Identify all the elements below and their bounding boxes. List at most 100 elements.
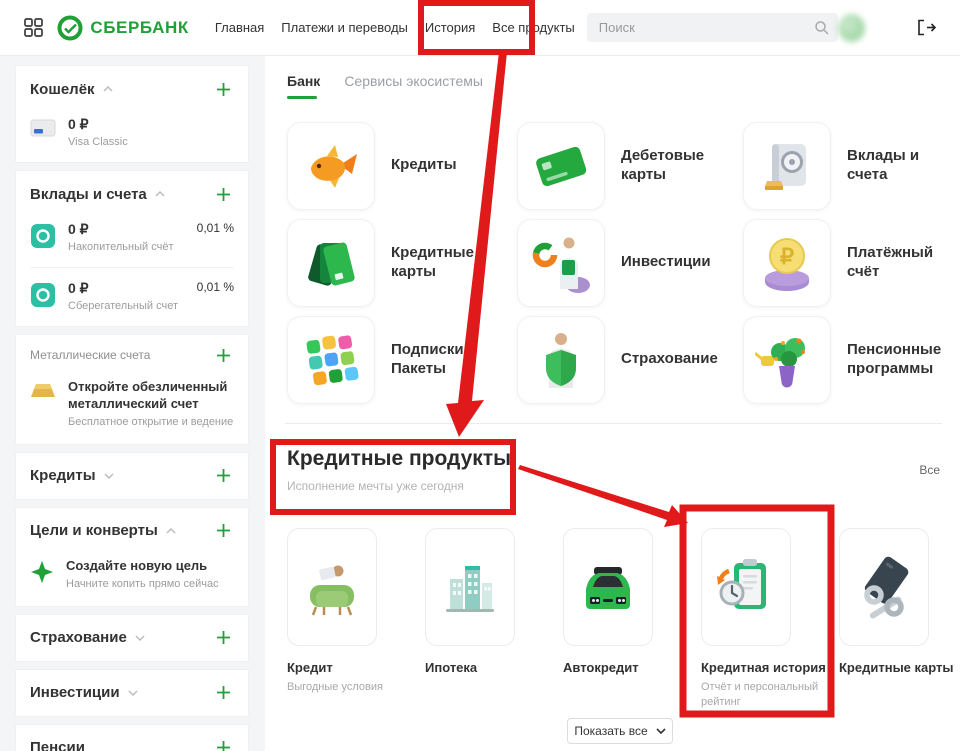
tab-ecosystem-services[interactable]: Сервисы экосистемы: [344, 73, 483, 99]
offer-title: Откройте обезличенный металлический счет: [68, 379, 234, 413]
chevron-up-icon: [155, 191, 165, 197]
investments-section-header[interactable]: Инвестиции: [30, 670, 234, 716]
add-credit-button[interactable]: [213, 465, 234, 486]
add-metal-account-button[interactable]: [213, 345, 234, 366]
green-car-icon: [563, 528, 653, 646]
section-title: Металлические счета: [30, 348, 150, 362]
cards-fan-icon: [287, 219, 375, 307]
offer-subtitle: Бесплатное открытие и ведение: [68, 416, 234, 428]
buildings-icon: [425, 528, 515, 646]
section-title: Пенсии: [30, 739, 85, 751]
wallet-section-header[interactable]: Кошелёк: [30, 66, 234, 112]
safe-account-icon: [30, 223, 56, 249]
person-armchair-icon: [287, 528, 377, 646]
nav-item-home[interactable]: Главная: [215, 20, 264, 35]
product-tile-insurance[interactable]: Страхование: [517, 311, 743, 408]
credit-item-loan[interactable]: Кредит Выгодные условия: [287, 528, 425, 710]
nav-item-all-products[interactable]: Все продукты: [492, 20, 574, 35]
account-rate: 0,01 %: [197, 280, 234, 294]
account-row[interactable]: 0 ₽ Сберегательный счет 0,01 %: [30, 267, 234, 326]
section-title: Инвестиции: [30, 684, 120, 701]
deposits-section: Вклады и счета 0 ₽ Накопительный счёт 0,…: [15, 170, 249, 327]
chevron-down-icon: [128, 690, 138, 696]
search-input[interactable]: [587, 13, 838, 42]
clipboard-clock-icon: [701, 528, 791, 646]
credit-products-header: Кредитные продукты Исполнение мечты уже …: [287, 447, 942, 493]
account-row[interactable]: 0 ₽ Накопительный счёт 0,01 %: [30, 217, 234, 267]
section-title: Вклады и счета: [30, 186, 147, 203]
credits-section: Кредиты: [15, 452, 249, 500]
add-pension-button[interactable]: [213, 737, 234, 751]
main-content: Банк Сервисы экосистемы Кредиты: [265, 55, 960, 751]
account-balance: 0 ₽: [68, 280, 178, 297]
sberbank-online-page: СБЕРБАНК Главная Платежи и переводы Исто…: [0, 0, 960, 751]
add-goal-button[interactable]: [213, 520, 234, 541]
goals-section-header[interactable]: Цели и конверты: [30, 508, 234, 554]
account-rate: 0,01 %: [197, 221, 234, 235]
product-tile-payment-account[interactable]: ₽ Платёжный счёт: [743, 214, 951, 311]
sber-checkmark-icon: [57, 15, 83, 41]
nav-item-payments[interactable]: Платежи и переводы: [281, 20, 408, 35]
safe-icon: [743, 122, 831, 210]
product-tile-subscriptions[interactable]: Подписки и Пакеты: [287, 311, 517, 408]
content-tabs: Банк Сервисы экосистемы: [287, 73, 483, 99]
credit-item-auto-loan[interactable]: Автокредит: [563, 528, 701, 710]
credit-products-title: Кредитные продукты: [287, 447, 942, 471]
user-avatar[interactable]: [838, 14, 865, 42]
tab-bank[interactable]: Банк: [287, 73, 320, 99]
product-tile-pension-programs[interactable]: Пенсионные программы: [743, 311, 951, 408]
sberbank-logo[interactable]: СБЕРБАНК: [57, 15, 188, 41]
apps-grid-icon[interactable]: [24, 18, 43, 38]
sidebar: Кошелёк 0 ₽ Visa Classic Вклады и счета: [0, 55, 265, 751]
product-tile-deposits[interactable]: Вклады и счета: [743, 117, 951, 214]
chevron-up-icon: [103, 86, 113, 92]
bank-card-icon: [30, 118, 56, 138]
safe-account-icon: [30, 282, 56, 308]
products-grid: Кредиты Дебетовые карты: [287, 117, 951, 408]
search-icon: [814, 20, 829, 40]
logout-icon[interactable]: [917, 19, 936, 36]
section-title: Цели и конверты: [30, 522, 158, 539]
card-name: Visa Classic: [68, 136, 128, 148]
goldfish-icon: [287, 122, 375, 210]
chevron-down-icon: [104, 473, 114, 479]
add-deposit-button[interactable]: [213, 184, 234, 205]
add-wallet-button[interactable]: [213, 79, 234, 100]
product-tile-debit-cards[interactable]: Дебетовые карты: [517, 117, 743, 214]
show-all-button[interactable]: Показать все: [567, 718, 673, 744]
nav-item-history[interactable]: История: [425, 20, 475, 35]
insurance-section-header[interactable]: Страхование: [30, 615, 234, 661]
goal-star-icon: [30, 560, 54, 584]
person-shield-icon: [517, 316, 605, 404]
wallet-card-row[interactable]: 0 ₽ Visa Classic: [30, 112, 234, 162]
credit-products-subtitle: Исполнение мечты уже сегодня: [287, 479, 942, 493]
add-insurance-button[interactable]: [213, 627, 234, 648]
metal-offer[interactable]: Откройте обезличенный металлический счет…: [30, 375, 234, 444]
gold-ingot-icon: [30, 382, 56, 399]
wallet-section: Кошелёк 0 ₽ Visa Classic: [15, 65, 249, 163]
offer-title: Создайте новую цель: [66, 558, 234, 575]
credit-item-credit-cards[interactable]: Кредитные карты: [839, 528, 960, 710]
insurance-section: Страхование: [15, 614, 249, 662]
credit-products-row: Кредит Выгодные условия: [287, 528, 960, 710]
metal-section-header[interactable]: Металлические счета: [30, 335, 234, 375]
credit-item-mortgage[interactable]: Ипотека: [425, 528, 563, 710]
account-balance: 0 ₽: [68, 221, 173, 238]
goal-offer[interactable]: Создайте новую цель Начните копить прямо…: [30, 554, 234, 606]
top-header: СБЕРБАНК Главная Платежи и переводы Исто…: [0, 0, 960, 55]
investments-section: Инвестиции: [15, 669, 249, 717]
pensions-section-header[interactable]: Пенсии: [30, 725, 234, 751]
see-all-link[interactable]: Все: [919, 463, 940, 477]
product-tile-investments[interactable]: Инвестиции: [517, 214, 743, 311]
search-box: [587, 13, 838, 42]
product-tile-credit-cards[interactable]: Кредитные карты: [287, 214, 517, 311]
section-title: Кредиты: [30, 467, 96, 484]
add-investment-button[interactable]: [213, 682, 234, 703]
deposits-section-header[interactable]: Вклады и счета: [30, 171, 234, 217]
credits-section-header[interactable]: Кредиты: [30, 453, 234, 499]
account-name: Накопительный счёт: [68, 241, 173, 253]
brand-name: СБЕРБАНК: [90, 18, 188, 38]
credit-item-credit-history[interactable]: Кредитная история Отчёт и персональный р…: [701, 528, 839, 710]
product-tile-credits[interactable]: Кредиты: [287, 117, 517, 214]
section-title: Страхование: [30, 629, 127, 646]
